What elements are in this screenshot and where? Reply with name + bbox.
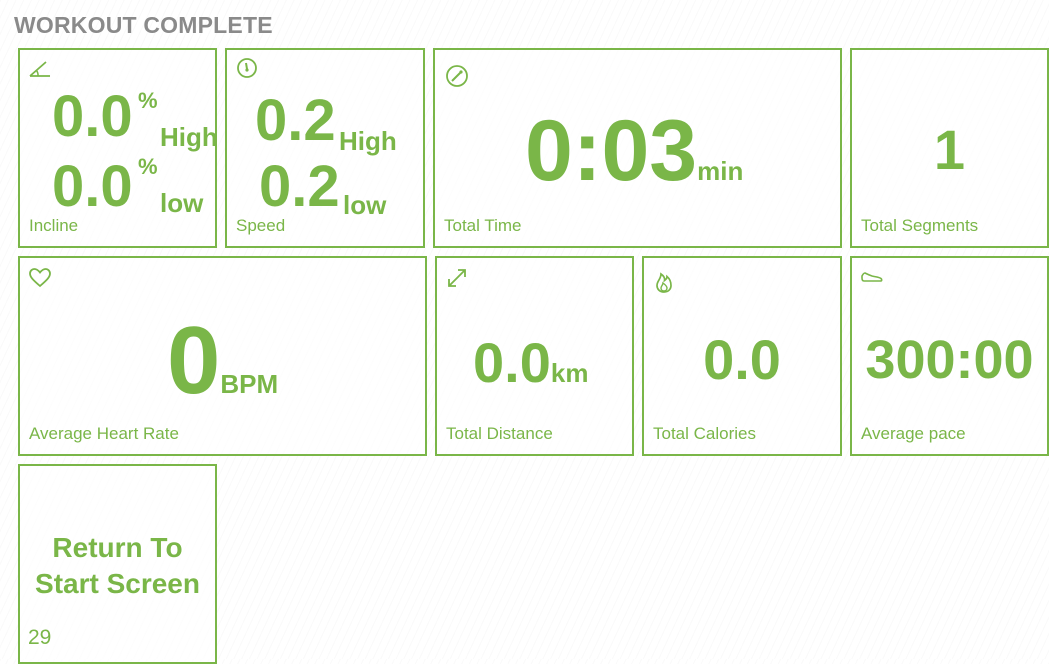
incline-low-value: 0.0 [52, 154, 133, 219]
heart-rate-tile: 0BPM Average Heart Rate [18, 256, 427, 456]
total-time-tile: 0:03min Total Time [433, 48, 842, 248]
incline-label: Incline [29, 216, 79, 235]
calories-label: Total Calories [653, 424, 756, 443]
shoe-icon [861, 272, 883, 282]
total-time-label: Total Time [444, 216, 522, 235]
distance-value: 0.0 [473, 331, 551, 394]
total-distance-tile: 0.0km Total Distance [435, 256, 634, 456]
incline-low-unit: % [138, 154, 158, 179]
gauge-icon [446, 65, 468, 87]
speedometer-icon [237, 58, 257, 78]
total-time-value: 0:03 [525, 103, 698, 199]
return-countdown: 29 [28, 626, 52, 649]
incline-low-label: low [160, 188, 204, 218]
incline-high-unit: % [138, 88, 158, 113]
total-segments-tile: 1 Total Segments [850, 48, 1049, 248]
return-button-line1: Return To [52, 532, 183, 563]
speed-low-label: low [343, 190, 387, 220]
heart-rate-value: 0 [167, 307, 221, 414]
incline-high-label: High [160, 122, 218, 152]
speed-low-value: 0.2 [259, 154, 340, 219]
total-time-unit: min [697, 156, 744, 186]
incline-tile: 0.0 % High 0.0 % low Incline [18, 48, 218, 248]
distance-unit: km [550, 358, 589, 388]
total-segments-label: Total Segments [861, 216, 979, 235]
expand-arrows-icon [448, 269, 466, 287]
calories-value: 0.0 [703, 328, 781, 391]
speed-high-value: 0.2 [255, 88, 336, 153]
total-calories-tile: 0.0 Total Calories [642, 256, 842, 456]
heart-rate-unit: BPM [220, 369, 279, 399]
total-segments-value: 1 [933, 118, 966, 181]
average-pace-tile: 300:00 Average pace [850, 256, 1049, 456]
speed-high-label: High [339, 126, 397, 156]
pace-label: Average pace [861, 424, 966, 443]
flame-icon [656, 272, 672, 293]
speed-tile: 0.2 High 0.2 low Speed [225, 48, 425, 248]
incline-icon [29, 61, 50, 77]
return-button-line2: Start Screen [35, 568, 200, 599]
speed-label: Speed [236, 216, 286, 235]
incline-high-value: 0.0 [52, 84, 133, 149]
page-title: WORKOUT COMPLETE [14, 12, 273, 38]
pace-value: 300:00 [865, 330, 1034, 390]
heart-icon [29, 268, 51, 288]
distance-label: Total Distance [446, 424, 553, 443]
return-to-start-button[interactable]: Return To Start Screen 29 [18, 464, 217, 664]
heart-rate-label: Average Heart Rate [29, 424, 179, 443]
